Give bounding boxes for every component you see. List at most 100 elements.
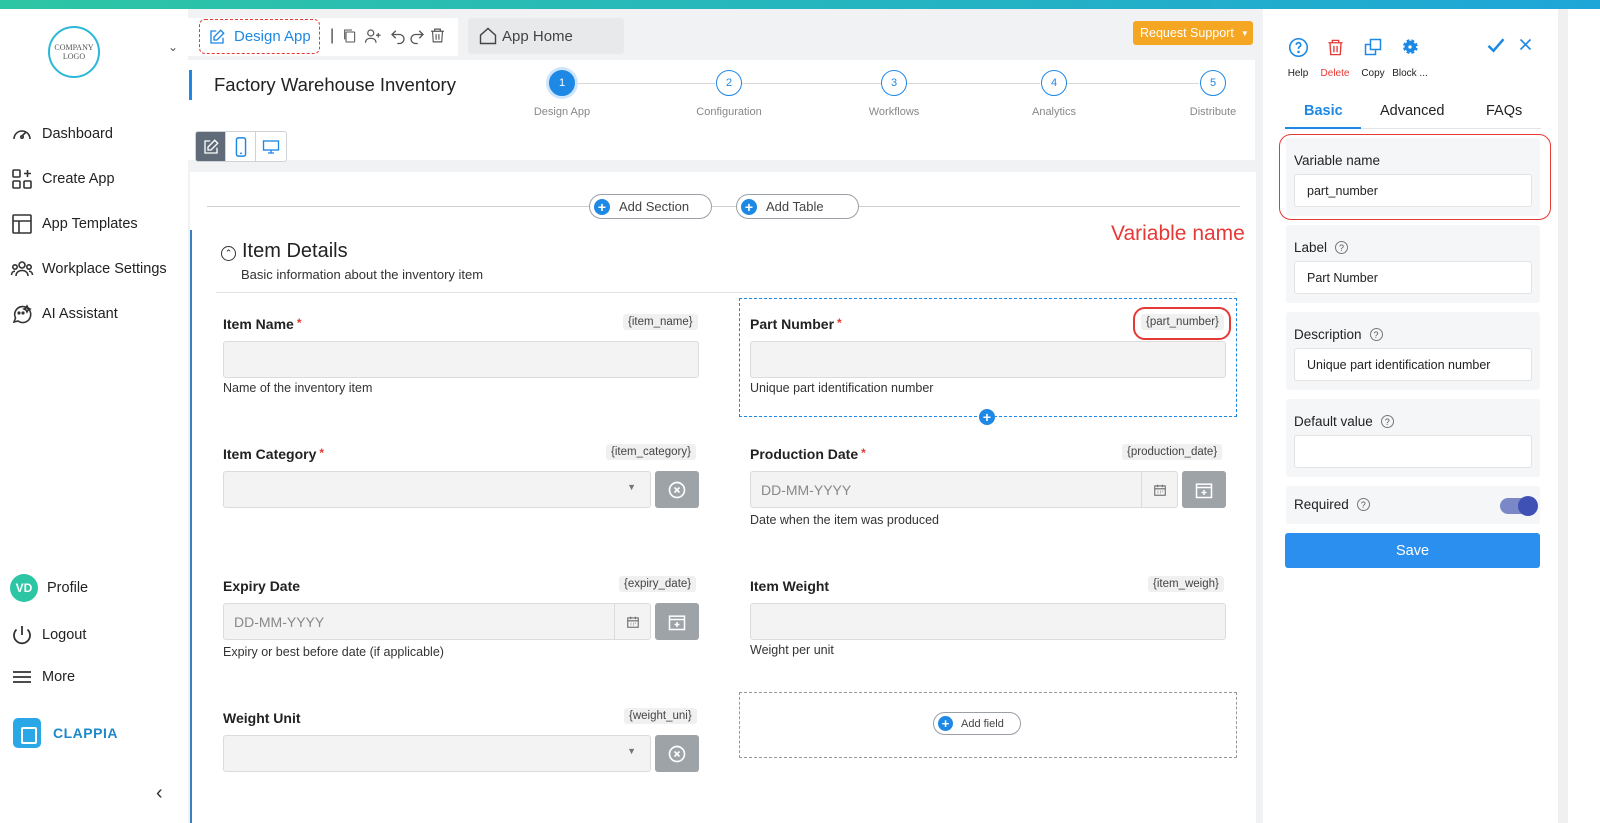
- question-icon[interactable]: ?: [1369, 328, 1383, 341]
- redo-icon[interactable]: [408, 27, 426, 45]
- default-value-card: Default value?: [1286, 399, 1540, 477]
- clappia-brand[interactable]: CLAPPIA: [13, 718, 118, 748]
- close-icon[interactable]: [1518, 37, 1533, 52]
- step-design-app[interactable]: 1 Design App: [512, 70, 612, 118]
- annotation-circle: [1133, 307, 1231, 340]
- item-category-select[interactable]: ▼: [223, 471, 651, 508]
- check-icon[interactable]: [1485, 35, 1507, 55]
- save-button[interactable]: Save: [1285, 533, 1540, 568]
- edit-icon: [203, 138, 219, 154]
- sidebar-item-ai-assistant[interactable]: AI Assistant: [10, 299, 118, 329]
- edit-view-button[interactable]: [196, 132, 226, 161]
- expiry-date-input[interactable]: DD-MM-YYYY: [223, 603, 651, 640]
- clear-icon: [668, 481, 686, 498]
- calendar-icon: [1153, 484, 1166, 496]
- top-gradient-bar: [0, 0, 1600, 9]
- calendar-icon: [626, 616, 639, 628]
- tab-advanced[interactable]: Advanced: [1380, 103, 1445, 119]
- step-configuration[interactable]: 2 Configuration: [679, 70, 779, 118]
- collapse-section-icon[interactable]: ⌃: [221, 246, 236, 261]
- weight-unit-select[interactable]: ▼: [223, 735, 651, 772]
- calendar-button[interactable]: [614, 603, 650, 640]
- sidebar-item-app-templates[interactable]: App Templates: [10, 209, 138, 239]
- tab-design-app[interactable]: Design App: [199, 19, 320, 54]
- page-title: Factory Warehouse Inventory: [214, 74, 456, 95]
- sidebar-item-dashboard[interactable]: Dashboard: [10, 119, 113, 149]
- item-name-input[interactable]: [223, 341, 699, 378]
- separator: |: [330, 27, 335, 44]
- label-input[interactable]: Part Number: [1294, 261, 1532, 294]
- trash-icon[interactable]: [429, 26, 446, 45]
- step-number: 4: [1041, 70, 1067, 96]
- active-tab-indicator: [1285, 127, 1361, 129]
- item-weight-input[interactable]: [750, 603, 1226, 640]
- sidebar-item-logout[interactable]: Logout: [10, 620, 86, 650]
- label-text: Item Category: [223, 446, 317, 462]
- sidebar-item-label: App Templates: [42, 216, 138, 232]
- step-analytics[interactable]: 4 Analytics: [1004, 70, 1104, 118]
- field-label-expiry-date: Expiry Date: [223, 578, 301, 594]
- field-help: Date when the item was produced: [750, 513, 939, 527]
- question-icon[interactable]: ?: [1380, 415, 1394, 428]
- tab-faqs[interactable]: FAQs: [1486, 103, 1522, 119]
- request-support-button[interactable]: Request Support ▼: [1133, 21, 1253, 45]
- tab-app-home[interactable]: App Home: [468, 18, 624, 54]
- sidebar-item-workplace-settings[interactable]: Workplace Settings: [10, 254, 167, 284]
- step-workflows[interactable]: 3 Workflows: [844, 70, 944, 118]
- calendar-plus-button[interactable]: [655, 603, 699, 640]
- variable-tag: {item_category}: [606, 444, 696, 460]
- tool-label: Copy: [1361, 68, 1385, 79]
- collapse-sidebar-icon[interactable]: ‹: [156, 782, 163, 805]
- question-icon[interactable]: ?: [1335, 241, 1349, 254]
- clear-icon: [668, 745, 686, 762]
- add-section-button[interactable]: + Add Section: [589, 194, 712, 219]
- tab-basic[interactable]: Basic: [1304, 103, 1343, 119]
- button-label: Add Section: [619, 199, 690, 214]
- sidebar-item-profile[interactable]: VD Profile: [10, 573, 88, 603]
- description-input[interactable]: Unique part identification number: [1294, 348, 1532, 381]
- chevron-down-icon[interactable]: ⌄: [168, 40, 178, 54]
- clear-button[interactable]: [655, 471, 699, 508]
- add-user-icon[interactable]: [364, 27, 382, 45]
- sidebar-item-create-app[interactable]: Create App: [10, 164, 115, 194]
- step-label: Workflows: [868, 106, 920, 118]
- plus-icon: +: [741, 198, 757, 215]
- required-toggle[interactable]: [1500, 496, 1538, 516]
- default-value-input[interactable]: [1294, 435, 1532, 468]
- step-distribute[interactable]: 5 Distribute: [1163, 70, 1263, 118]
- block-settings-button[interactable]: Block ...: [1388, 36, 1432, 79]
- question-icon[interactable]: ?: [1356, 498, 1370, 511]
- edit-icon: [210, 28, 225, 44]
- step-label: Analytics: [1031, 106, 1077, 118]
- add-table-button[interactable]: + Add Table: [736, 194, 859, 219]
- divider: [207, 206, 1240, 207]
- add-field-button[interactable]: + Add field: [933, 712, 1021, 735]
- undo-icon[interactable]: [389, 27, 407, 45]
- part-number-input[interactable]: [750, 341, 1226, 378]
- canvas-left-border: [190, 230, 192, 823]
- tool-label: Block ...: [1392, 68, 1428, 79]
- default-value-field-label: Default value?: [1294, 414, 1394, 429]
- sidebar-item-label: Logout: [42, 627, 87, 643]
- field-label-item-category: Item Category *: [223, 446, 324, 462]
- clear-button[interactable]: [655, 735, 699, 772]
- label-field-label: Label?: [1294, 240, 1349, 255]
- label-card: Label? Part Number: [1286, 225, 1540, 303]
- production-date-input[interactable]: DD-MM-YYYY: [750, 471, 1178, 508]
- add-field-below-icon[interactable]: +: [979, 409, 995, 425]
- mobile-view-button[interactable]: [226, 132, 256, 161]
- sidebar-item-more[interactable]: More: [10, 662, 75, 692]
- field-label-item-name: Item Name *: [223, 316, 301, 332]
- company-logo[interactable]: COMPANY LOGO: [48, 26, 100, 78]
- variable-tag: {item_weigh}: [1148, 576, 1224, 592]
- required-mark: *: [319, 446, 325, 460]
- menu-icon: [13, 671, 31, 683]
- calendar-plus-button[interactable]: [1182, 471, 1226, 508]
- desktop-view-button[interactable]: [256, 132, 286, 161]
- description-field-label: Description?: [1294, 327, 1383, 342]
- calendar-button[interactable]: [1141, 471, 1177, 508]
- copy-icon[interactable]: [342, 27, 358, 45]
- panel-scrollbar[interactable]: [1558, 9, 1568, 823]
- variable-tag: {item_name}: [623, 314, 698, 330]
- label-text: Production Date: [750, 446, 859, 462]
